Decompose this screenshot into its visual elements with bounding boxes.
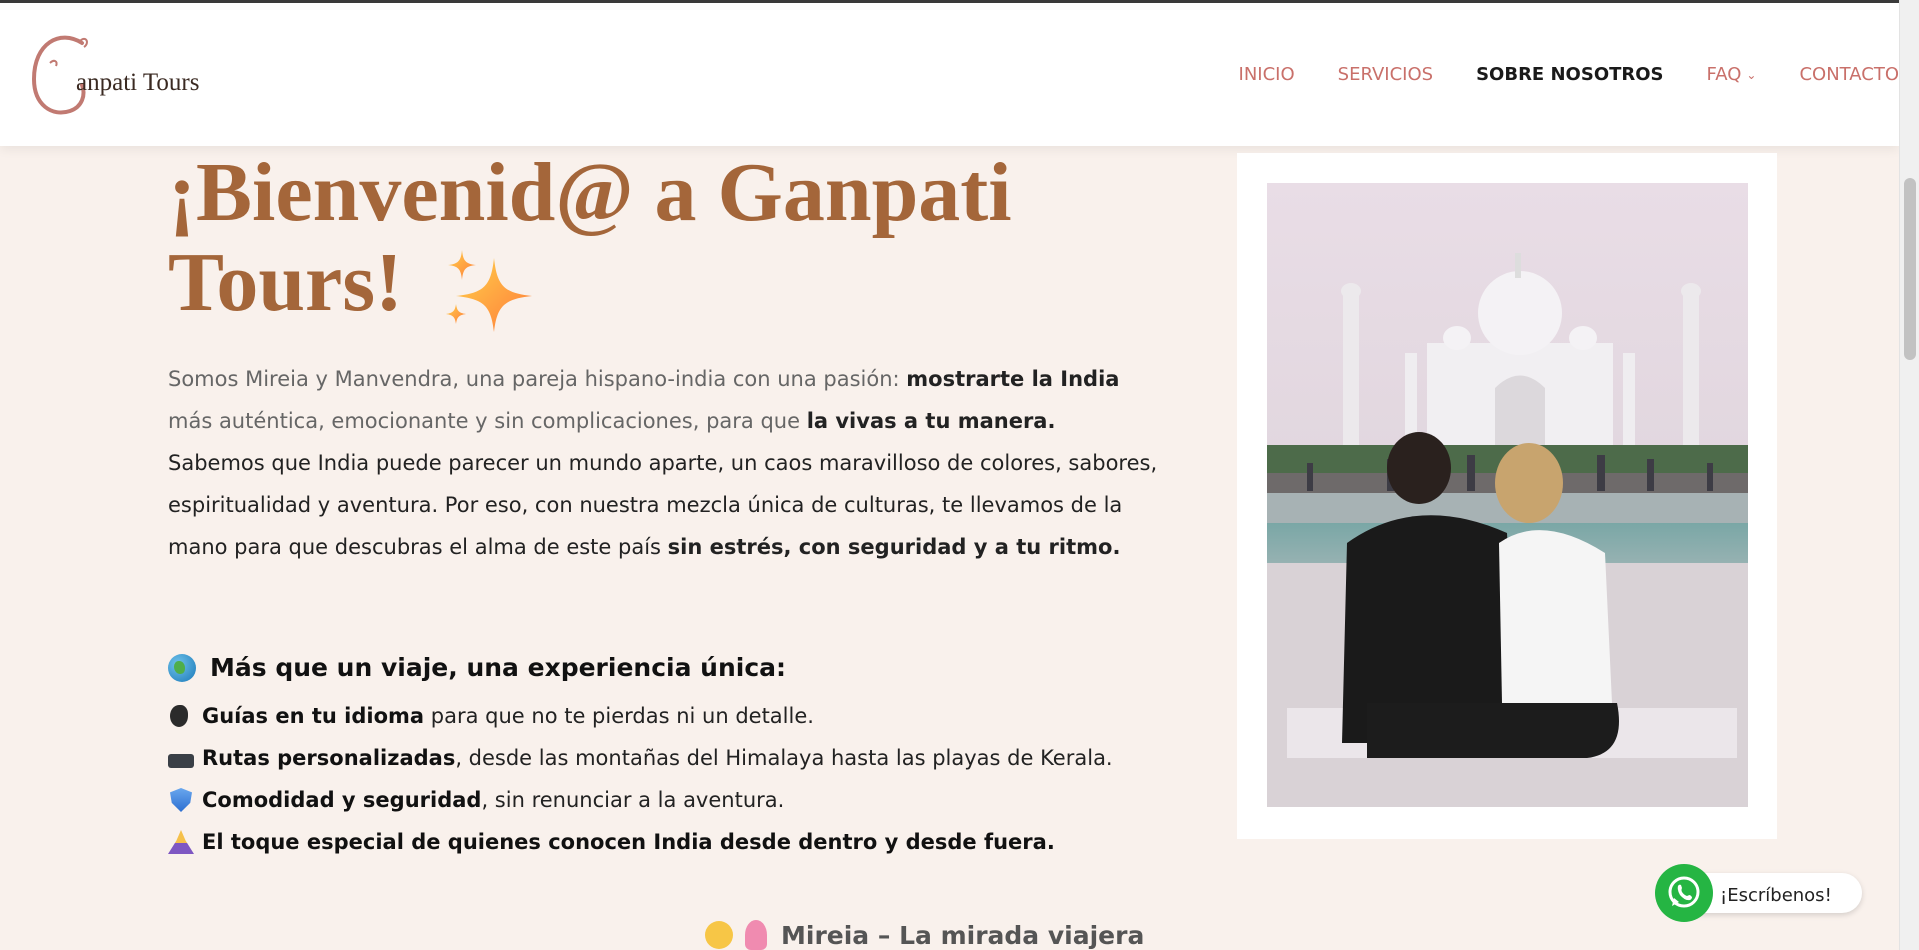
experience-heading: Más que un viaje, una experiencia única: [168,653,786,682]
sparkles-icon [445,250,532,333]
site-logo[interactable]: anpati Tours [30,33,220,118]
intro-p2-b: sin estrés, con seguridad y a tu ritmo. [667,535,1121,559]
site-header: anpati Tours INICIO SERVICIOS SOBRE NOSO… [0,3,1899,146]
taj-mahal-illustration [1267,183,1748,807]
nav-sobre-nosotros-label: SOBRE NOSOTROS [1476,64,1664,85]
nav-contacto[interactable]: CONTACTO [1799,64,1899,85]
nav-contacto-label: CONTACTO [1799,64,1899,85]
title-line-1: ¡Bienvenid@ a Ganpati [168,146,1012,239]
feature-rest: para que no te pierdas ni un detalle. [424,704,814,728]
nav-servicios[interactable]: SERVICIOS [1338,64,1433,85]
speaking-head-icon [168,704,194,728]
taj-mahal-photo [1267,183,1748,807]
chevron-down-icon: ⌄ [1746,67,1757,82]
feature-rest: , desde las montañas del Himalaya hasta … [455,746,1113,770]
feature-item: Rutas personalizadas, desde las montañas… [168,737,1218,779]
feature-text: Rutas personalizadas, desde las montañas… [202,746,1113,770]
whatsapp-label[interactable]: ¡Escríbenos! [1720,885,1832,906]
feature-text: El toque especial de quienes conocen Ind… [202,830,1055,854]
intro-p1-a: Somos Mireia y Manvendra, una pareja his… [168,367,907,391]
feature-bold: Guías en tu idioma [202,704,425,728]
experience-heading-text: Más que un viaje, una experiencia única: [210,653,787,682]
whatsapp-button[interactable] [1655,864,1713,922]
main-nav: INICIO SERVICIOS SOBRE NOSOTROS FAQ ⌄ CON… [1239,64,1899,85]
feature-text: Guías en tu idioma para que no te pierda… [202,704,814,728]
whatsapp-widget[interactable]: ¡Escríbenos! [1655,864,1862,922]
intro-text: Somos Mireia y Manvendra, una pareja his… [168,358,1178,568]
feature-text: Comodidad y seguridad, sin renunciar a l… [202,788,784,812]
shield-icon [168,788,194,812]
feature-item: Comodidad y seguridad, sin renunciar a l… [168,779,1218,821]
intro-p1-b: mostrarte la India [906,367,1120,391]
feature-bold: Comodidad y seguridad [202,788,482,812]
scrollbar-thumb[interactable] [1904,178,1916,360]
mireia-heading-text: Mireia – La mirada viajera [781,920,1145,950]
feature-rest: , sin renunciar a la aventura. [481,788,785,812]
bed-icon [168,746,194,770]
nav-servicios-label: SERVICIOS [1337,64,1434,85]
feature-bold: El toque especial de quienes conocen Ind… [202,830,1055,854]
globe-icon [168,653,196,682]
photo-card [1237,153,1777,839]
doll-icon [745,920,767,950]
feature-item: El toque especial de quienes conocen Ind… [168,821,1218,863]
feature-bold: Rutas personalizadas [202,746,456,770]
nav-faq-label: FAQ [1706,64,1742,85]
mireia-heading: Mireia – La mirada viajera [705,920,1144,950]
whatsapp-icon [1668,876,1700,908]
intro-p1-c: más auténtica, emocionante y sin complic… [168,409,807,433]
woman-face-icon [705,921,733,949]
nav-faq[interactable]: FAQ ⌄ [1707,64,1757,85]
logo-text: anpati Tours [76,69,200,96]
nav-inicio-label: INICIO [1238,64,1295,85]
page-scrollbar[interactable] [1899,0,1919,950]
nav-sobre-nosotros[interactable]: SOBRE NOSOTROS [1476,64,1663,85]
page-title: ¡Bienvenid@ a Ganpati Tours! [168,148,1168,333]
nav-inicio[interactable]: INICIO [1239,64,1295,85]
praying-hands-icon [168,830,194,854]
title-line-2: Tours! [168,236,403,329]
intro-p1-d: la vivas a tu manera. [806,409,1056,433]
feature-item: Guías en tu idioma para que no te pierda… [168,695,1218,737]
feature-list: Guías en tu idioma para que no te pierda… [168,695,1218,863]
